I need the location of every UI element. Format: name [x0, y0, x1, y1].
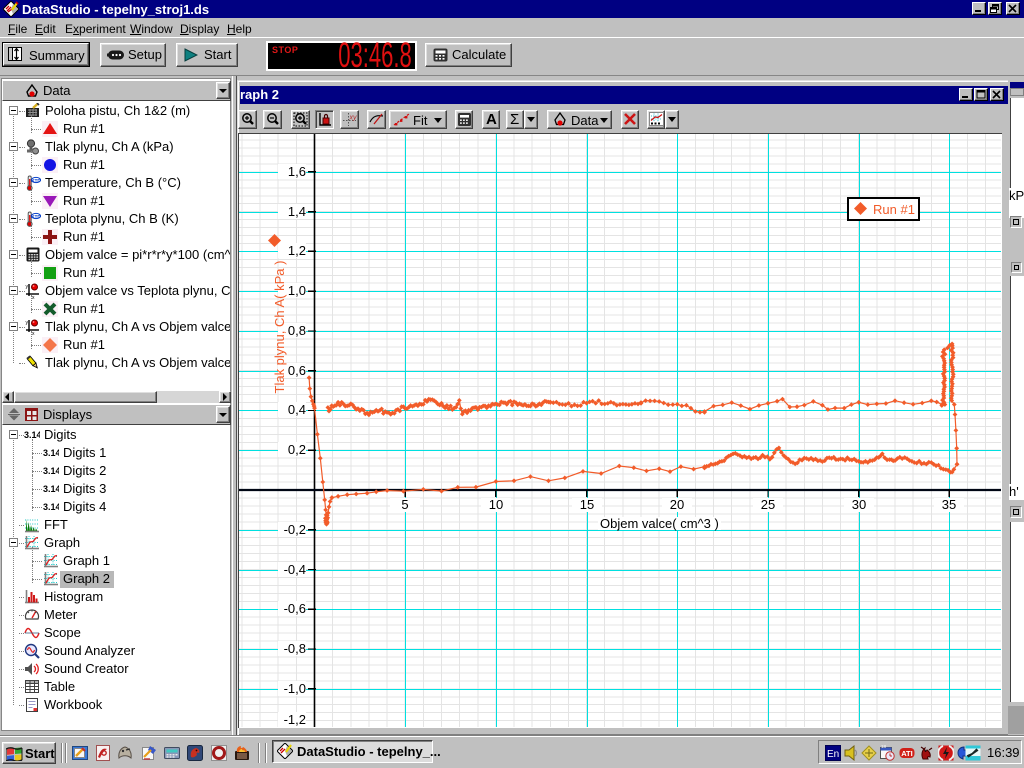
svg-text:x: x	[32, 331, 35, 335]
svg-text:x: x	[32, 295, 35, 299]
svg-text:3.14: 3.14	[43, 502, 59, 512]
svg-text:3.14: 3.14	[43, 448, 59, 458]
svg-text:xy: xy	[349, 115, 358, 122]
svg-text:ATI: ATI	[901, 749, 913, 758]
svg-text:KTD: KTD	[31, 178, 41, 183]
svg-text:3.14: 3.14	[43, 466, 59, 476]
svg-text:18: 18	[881, 745, 887, 749]
svg-text:En: En	[827, 749, 839, 760]
svg-text:KTD: KTD	[31, 214, 41, 219]
svg-text:3.14: 3.14	[43, 484, 59, 494]
svg-text:y: y	[26, 284, 29, 290]
svg-text:y: y	[26, 320, 29, 326]
